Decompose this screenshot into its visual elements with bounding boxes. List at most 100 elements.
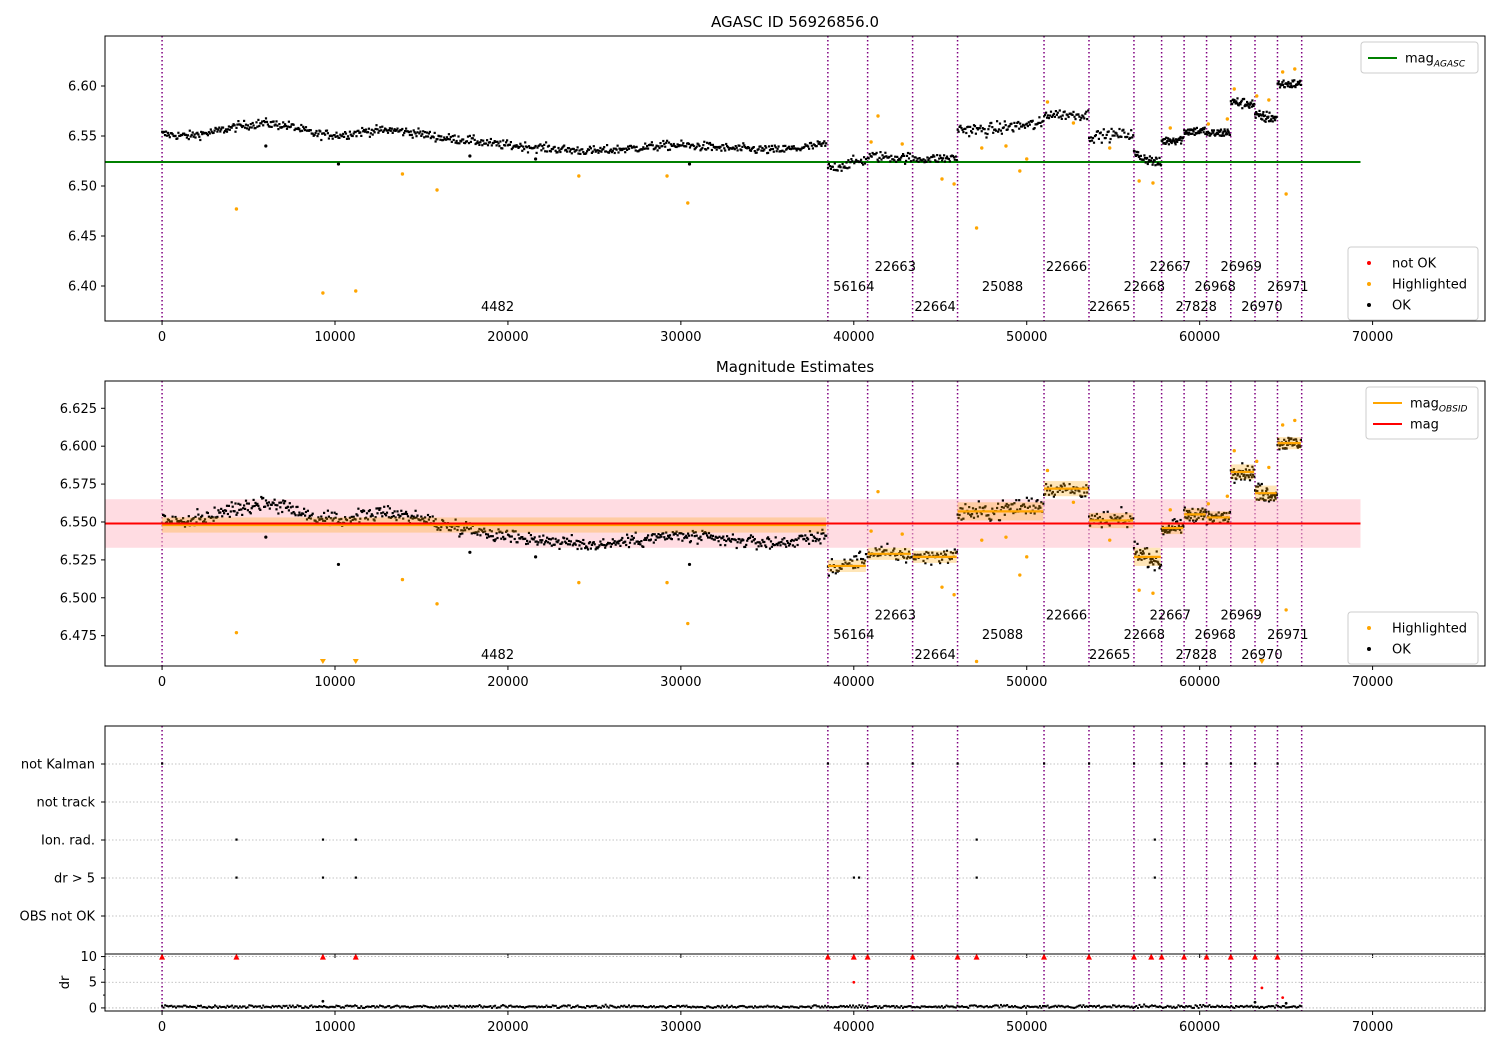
ok-point [930, 563, 933, 566]
ok-point [269, 121, 272, 124]
ok-point [477, 141, 480, 144]
ok-point [557, 146, 560, 150]
ok-point [401, 513, 404, 516]
ok-point [1049, 110, 1053, 113]
ok-point [298, 511, 301, 514]
ok-point [813, 536, 816, 539]
ok-point [992, 131, 995, 134]
ok-point [450, 140, 453, 143]
ok-point [256, 125, 259, 128]
ok-point [551, 537, 554, 540]
obsid-label: 25088 [982, 280, 1023, 295]
ok-point [165, 134, 168, 137]
ok-point [1088, 137, 1091, 140]
ok-point [509, 540, 512, 543]
obsid-label: 26969 [1220, 260, 1261, 275]
flag-point [1183, 762, 1186, 765]
ok-point [757, 148, 760, 151]
ok-point [542, 534, 545, 537]
ok-point [632, 536, 635, 539]
ok-point [740, 149, 743, 152]
ok-point [725, 539, 728, 543]
ok-point [468, 154, 472, 158]
ok-point [390, 127, 393, 130]
ok-point [206, 134, 209, 137]
dr-point-red [1281, 996, 1285, 1000]
ok-point [1112, 130, 1115, 133]
ok-point [591, 150, 594, 153]
ok-point [655, 144, 658, 147]
ok-point [501, 147, 504, 150]
ok-point [251, 121, 254, 125]
ok-point [1113, 134, 1116, 137]
ok-point [578, 149, 581, 152]
ok-point [1153, 569, 1156, 572]
dr-point [355, 1004, 358, 1007]
ok-point [242, 507, 245, 510]
ok-point [708, 536, 712, 539]
ok-point [1027, 499, 1030, 502]
ok-point [367, 127, 370, 130]
ok-point [1139, 154, 1142, 157]
ok-point [767, 151, 770, 154]
ok-point [947, 158, 951, 161]
ok-point [710, 537, 713, 540]
ok-point [513, 537, 516, 541]
flag-point [235, 876, 238, 879]
ok-point [235, 126, 238, 129]
ok-point [656, 149, 659, 152]
ok-point [820, 532, 823, 535]
dr-point-red [1260, 986, 1264, 990]
ok-point [264, 535, 268, 539]
ok-point [559, 150, 562, 154]
ok-point [938, 157, 941, 160]
ok-point [281, 126, 284, 129]
ok-point [286, 505, 289, 508]
ok-point [338, 136, 341, 139]
ok-point [220, 128, 223, 131]
y-tick-label: 6.45 [68, 230, 97, 245]
ok-point [680, 139, 683, 142]
ok-point [722, 144, 725, 147]
ok-point [217, 128, 220, 131]
ok-point [184, 133, 188, 136]
ok-point [439, 138, 442, 141]
ok-point [795, 538, 798, 541]
ok-point [687, 534, 691, 537]
ok-point [289, 506, 292, 509]
dr-point [998, 1006, 1001, 1009]
ok-point [651, 144, 654, 147]
dr-point [627, 1004, 630, 1007]
ok-point [863, 162, 867, 165]
ok-point [213, 506, 216, 509]
flag-row-label: not Kalman [21, 758, 95, 773]
obsid-label: 4482 [481, 648, 514, 663]
ok-point [986, 132, 989, 136]
highlighted-point [1267, 465, 1271, 470]
ok-point [1089, 140, 1092, 143]
ok-point [1289, 82, 1292, 85]
ok-point [711, 143, 714, 146]
ok-point [558, 547, 561, 550]
ok-point [774, 536, 777, 539]
flag-point [956, 762, 959, 765]
ok-point [336, 162, 341, 166]
ok-point [212, 131, 215, 134]
ok-point [371, 133, 374, 136]
ok-point [236, 123, 239, 126]
ok-point [709, 534, 712, 537]
ok-point [791, 544, 794, 547]
ok-point [1251, 99, 1254, 102]
ok-point [235, 513, 238, 516]
highlighted-point [1168, 126, 1172, 130]
dr-point [900, 1004, 903, 1007]
dr-point [195, 1006, 198, 1009]
ok-point [405, 510, 408, 513]
dr-point [1233, 1006, 1236, 1009]
highlighted-point [1018, 573, 1022, 577]
dr-point [595, 1004, 598, 1007]
ok-point [257, 118, 260, 121]
ok-point [696, 542, 699, 545]
ok-point [978, 127, 981, 130]
dr-point [1080, 1005, 1083, 1008]
